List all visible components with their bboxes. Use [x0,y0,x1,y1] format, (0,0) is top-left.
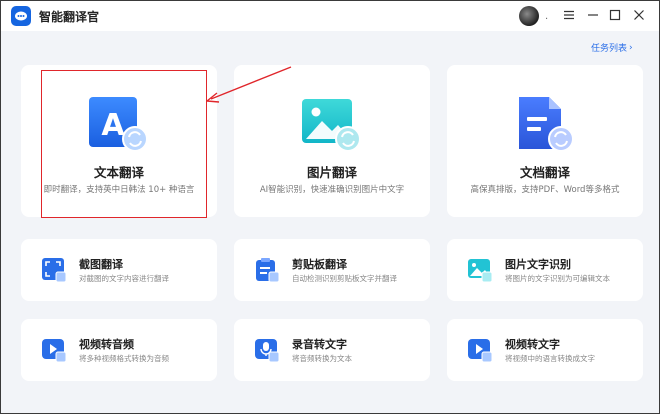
minimize-icon [588,14,598,16]
screenshot-icon [42,258,67,283]
image-ocr-icon [468,259,493,283]
task-list-link[interactable]: 任务列表 › [591,41,633,55]
app-logo-icon [11,6,31,26]
card-video-to-audio[interactable]: 视频转音频 将多种视频格式转换为音频 [21,319,217,381]
app-window: 智能翻译官 . 任务列表 › A 文本翻译 即时翻译，支持英中日韩法 10+ 种… [0,0,660,414]
card-title: 图片翻译 [306,165,357,180]
image-icon [302,99,361,152]
card-image-ocr[interactable]: 图片文字识别 将图片的文字识别为可编辑文本 [447,239,643,301]
card-screenshot-translate[interactable]: 截图翻译 对截图的文字内容进行翻译 [21,239,217,301]
card-desc: 将音频转换为文本 [292,354,352,363]
card-video-to-text[interactable]: 视频转文字 将视频中的语言转换成文字 [447,319,643,381]
card-desc: 对截图的文字内容进行翻译 [79,274,169,283]
app-title: 智能翻译官 [39,10,100,24]
card-desc: AI智能识别，快速准确识别图片中文字 [259,185,405,195]
document-icon [519,97,574,152]
clipboard-icon [256,258,280,283]
task-list-label: 任务列表 [591,44,628,54]
card-document-translate[interactable]: 文档翻译 高保真排版，支持PDF、Word等多格式 [447,65,643,217]
arrow-annotation-icon [206,66,292,103]
card-title: 录音转文字 [292,338,347,351]
avatar[interactable] [519,6,539,26]
card-title: 图片文字识别 [505,258,571,271]
mic-text-icon [255,339,280,363]
card-desc: 将图片的文字识别为可编辑文本 [505,274,610,283]
chevron-right-icon: › [629,42,633,53]
card-audio-to-text[interactable]: 录音转文字 将音频转换为文本 [234,319,430,381]
card-desc: 将多种视频格式转换为音频 [79,354,169,363]
card-title: 视频转音频 [79,338,134,351]
card-title: 文档翻译 [519,165,570,180]
close-button[interactable] [631,7,647,23]
highlight-box [41,70,207,218]
card-title: 视频转文字 [505,338,560,351]
video-audio-icon [42,339,67,363]
title-bar: 智能翻译官 . [1,1,659,31]
menu-button[interactable] [561,7,577,23]
card-clipboard-translate[interactable]: 剪贴板翻译 自动检测识别剪贴板文字并翻译 [234,239,430,301]
avatar-dot: . [545,11,549,22]
maximize-button[interactable] [607,7,623,23]
minimize-button[interactable] [585,7,601,23]
video-text-icon [468,339,493,363]
maximize-icon [609,9,621,21]
menu-icon [564,10,574,20]
card-desc: 高保真排版，支持PDF、Word等多格式 [470,185,620,195]
card-title: 剪贴板翻译 [292,258,347,271]
card-title: 截图翻译 [79,258,123,271]
card-desc: 自动检测识别剪贴板文字并翻译 [292,274,397,283]
close-icon [634,10,644,20]
card-desc: 将视频中的语言转换成文字 [505,354,595,363]
